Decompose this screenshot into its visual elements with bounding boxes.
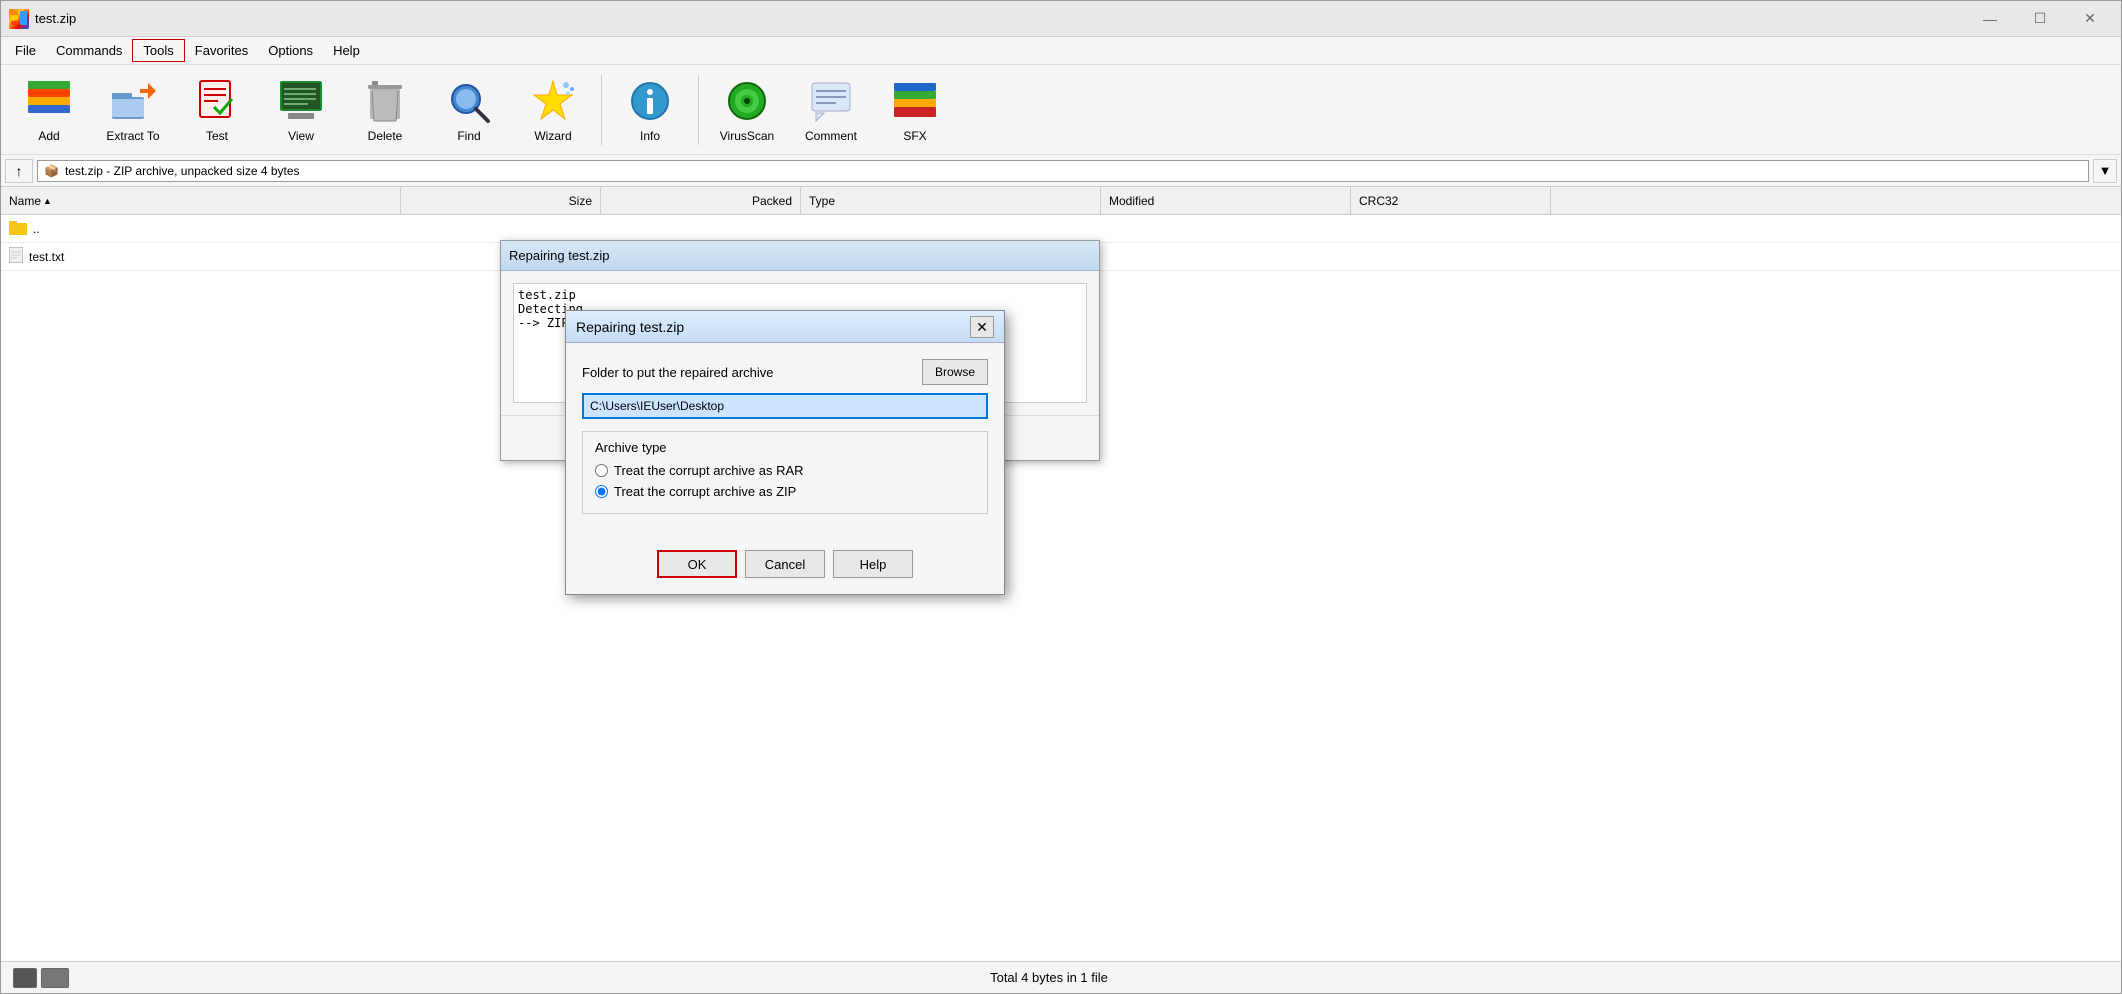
restore-button[interactable]: ☐ xyxy=(2017,4,2063,34)
file-icon xyxy=(9,247,23,266)
wizard-button[interactable]: Wizard xyxy=(513,70,593,150)
folder-row: Folder to put the repaired archive Brows… xyxy=(582,359,988,385)
menu-bar: File Commands Tools Favorites Options He… xyxy=(1,37,2121,65)
title-controls: — ☐ ✕ xyxy=(1967,4,2113,34)
find-button[interactable]: Find xyxy=(429,70,509,150)
view-button[interactable]: View xyxy=(261,70,341,150)
comment-button[interactable]: Comment xyxy=(791,70,871,150)
menu-favorites[interactable]: Favorites xyxy=(185,40,258,61)
bg-dialog-title: Repairing test.zip xyxy=(509,248,609,263)
menu-file[interactable]: File xyxy=(5,40,46,61)
title-bar: test.zip — ☐ ✕ xyxy=(1,1,2121,37)
modal-footer: OK Cancel Help xyxy=(566,542,1004,594)
radio-rar[interactable] xyxy=(595,464,608,477)
folder-label: Folder to put the repaired archive xyxy=(582,365,774,380)
test-label: Test xyxy=(206,129,228,143)
col-crc-header[interactable]: CRC32 xyxy=(1351,187,1551,214)
test-icon xyxy=(193,77,241,125)
delete-button[interactable]: Delete xyxy=(345,70,425,150)
modal-title-bar: Repairing test.zip ✕ xyxy=(566,311,1004,343)
add-button[interactable]: Add xyxy=(9,70,89,150)
window-title: test.zip xyxy=(35,11,76,26)
col-packed-header[interactable]: Packed xyxy=(601,187,801,214)
info-label: Info xyxy=(640,129,660,143)
repair-modal-dialog[interactable]: Repairing test.zip ✕ Folder to put the r… xyxy=(565,310,1005,595)
col-type-header[interactable]: Type xyxy=(801,187,1101,214)
status-text: Total 4 bytes in 1 file xyxy=(990,970,1108,985)
modal-close-button[interactable]: ✕ xyxy=(970,316,994,338)
title-bar-left: test.zip xyxy=(9,9,76,29)
status-icon-2 xyxy=(41,968,69,988)
info-icon xyxy=(626,77,674,125)
virusscan-label: VirusScan xyxy=(720,129,774,143)
address-icon: 📦 xyxy=(44,164,59,178)
radio-zip-label: Treat the corrupt archive as ZIP xyxy=(614,484,796,499)
virusscan-button[interactable]: VirusScan xyxy=(707,70,787,150)
menu-help[interactable]: Help xyxy=(323,40,370,61)
cell-name: test.txt xyxy=(1,247,401,266)
menu-options[interactable]: Options xyxy=(258,40,323,61)
sfx-label: SFX xyxy=(903,129,926,143)
address-bar: ↑ 📦 test.zip - ZIP archive, unpacked siz… xyxy=(1,155,2121,187)
radio-zip-row: Treat the corrupt archive as ZIP xyxy=(595,484,975,499)
archive-type-label: Archive type xyxy=(595,440,975,455)
toolbar-separator2 xyxy=(698,75,699,145)
wizard-label: Wizard xyxy=(534,129,571,143)
address-input[interactable]: 📦 test.zip - ZIP archive, unpacked size … xyxy=(37,160,2089,182)
find-label: Find xyxy=(457,129,480,143)
radio-rar-row: Treat the corrupt archive as RAR xyxy=(595,463,975,478)
view-icon xyxy=(277,77,325,125)
add-icon xyxy=(25,77,73,125)
delete-icon xyxy=(361,77,409,125)
extract-button[interactable]: Extract To xyxy=(93,70,173,150)
status-bar: Total 4 bytes in 1 file xyxy=(1,961,2121,993)
extract-icon xyxy=(109,77,157,125)
table-row[interactable]: .. xyxy=(1,215,2121,243)
modal-title: Repairing test.zip xyxy=(576,319,684,335)
radio-zip[interactable] xyxy=(595,485,608,498)
folder-input[interactable] xyxy=(582,393,988,419)
ok-button[interactable]: OK xyxy=(657,550,737,578)
status-icons xyxy=(13,968,69,988)
col-modified-header[interactable]: Modified xyxy=(1101,187,1351,214)
col-name-header[interactable]: Name ▲ xyxy=(1,187,401,214)
comment-icon xyxy=(807,77,855,125)
test-button[interactable]: Test xyxy=(177,70,257,150)
extract-label: Extract To xyxy=(106,129,159,143)
folder-up-icon xyxy=(9,219,27,238)
minimize-button[interactable]: — xyxy=(1967,4,2013,34)
bg-dialog-title-bar: Repairing test.zip xyxy=(501,241,1099,271)
virusscan-icon xyxy=(723,77,771,125)
toolbar: Add Extract To xyxy=(1,65,2121,155)
delete-label: Delete xyxy=(368,129,403,143)
cell-name: .. xyxy=(1,219,401,238)
archive-type-group: Archive type Treat the corrupt archive a… xyxy=(582,431,988,514)
comment-label: Comment xyxy=(805,129,857,143)
file-list-header: Name ▲ Size Packed Type Modified CRC32 xyxy=(1,187,2121,215)
browse-button[interactable]: Browse xyxy=(922,359,988,385)
view-label: View xyxy=(288,129,314,143)
menu-tools[interactable]: Tools xyxy=(132,39,184,62)
menu-commands[interactable]: Commands xyxy=(46,40,132,61)
modal-body: Folder to put the repaired archive Brows… xyxy=(566,343,1004,542)
address-text: test.zip - ZIP archive, unpacked size 4 … xyxy=(65,164,300,178)
col-size-header[interactable]: Size xyxy=(401,187,601,214)
radio-rar-label: Treat the corrupt archive as RAR xyxy=(614,463,804,478)
status-icon-1 xyxy=(13,968,37,988)
sfx-button[interactable]: SFX xyxy=(875,70,955,150)
add-label: Add xyxy=(38,129,59,143)
find-icon xyxy=(445,77,493,125)
cancel-button[interactable]: Cancel xyxy=(745,550,825,578)
app-icon xyxy=(9,9,29,29)
info-button[interactable]: Info xyxy=(610,70,690,150)
main-window: test.zip — ☐ ✕ File Commands Tools Favor… xyxy=(0,0,2122,994)
sfx-icon xyxy=(891,77,939,125)
address-dropdown[interactable]: ▼ xyxy=(2093,159,2117,183)
up-button[interactable]: ↑ xyxy=(5,159,33,183)
wizard-icon xyxy=(529,77,577,125)
close-button[interactable]: ✕ xyxy=(2067,4,2113,34)
toolbar-separator xyxy=(601,75,602,145)
modal-help-button[interactable]: Help xyxy=(833,550,913,578)
